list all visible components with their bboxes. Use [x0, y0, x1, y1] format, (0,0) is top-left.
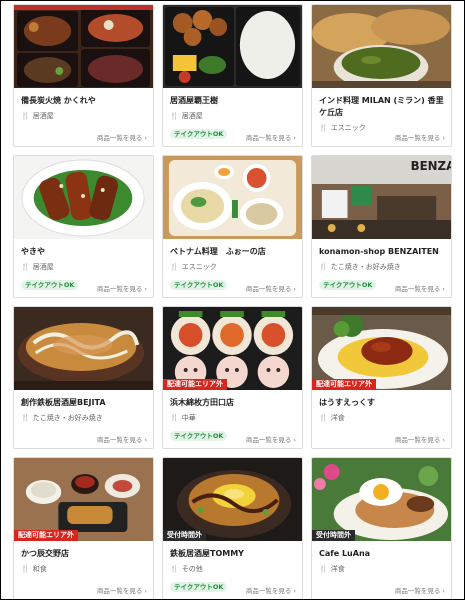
- view-menu-link[interactable]: 商品一覧を見る ›: [395, 585, 445, 595]
- chevron-right-icon: ›: [144, 285, 147, 293]
- chevron-right-icon: ›: [293, 436, 296, 444]
- food-photo[interactable]: 受付時間外: [163, 458, 302, 541]
- view-menu-link[interactable]: 商品一覧を見る ›: [246, 434, 296, 444]
- food-photo[interactable]: [14, 5, 153, 88]
- view-menu-link[interactable]: 商品一覧を見る ›: [97, 283, 147, 293]
- status-badge: 配達可能エリア外: [312, 379, 376, 390]
- restaurant-name[interactable]: konamon-shop BENZAITEN: [319, 246, 444, 258]
- view-menu-link[interactable]: 商品一覧を見る ›: [395, 434, 445, 444]
- fork-knife-icon: 🍴: [170, 112, 179, 120]
- takeout-badge: テイクアウトOK: [170, 129, 228, 139]
- restaurant-card[interactable]: やきや 🍴 居酒屋 テイクアウトOK 商品一覧を見る ›: [13, 155, 154, 298]
- status-badge: 受付時間外: [312, 530, 355, 541]
- takeout-badge: テイクアウトOK: [170, 280, 228, 290]
- food-photo[interactable]: 配達可能エリア外: [312, 307, 451, 390]
- view-menu-link[interactable]: 商品一覧を見る ›: [246, 283, 296, 293]
- restaurant-name[interactable]: Cafe LuAna: [319, 548, 444, 560]
- fork-knife-icon: 🍴: [21, 112, 30, 120]
- restaurant-card[interactable]: 創作鉄板居酒屋BEJITA 🍴 たこ焼き・お好み焼き 商品一覧を見る ›: [13, 306, 154, 449]
- chevron-right-icon: ›: [144, 587, 147, 595]
- food-photo[interactable]: 受付時間外: [312, 458, 451, 541]
- svg-text:BENZAITEN: BENZAITEN: [411, 159, 451, 173]
- takeout-badge: テイクアウトOK: [319, 280, 377, 290]
- restaurant-category: 🍴 エスニック: [170, 263, 217, 271]
- restaurant-name[interactable]: はうすえっくす: [319, 397, 444, 409]
- restaurant-card[interactable]: 備長炭火焼 かくれや 🍴 居酒屋 商品一覧を見る ›: [13, 4, 154, 147]
- fork-knife-icon: 🍴: [170, 414, 179, 422]
- fork-knife-icon: 🍴: [21, 565, 30, 573]
- view-menu-link[interactable]: 商品一覧を見る ›: [395, 132, 445, 142]
- view-menu-link[interactable]: 商品一覧を見る ›: [395, 283, 445, 293]
- view-menu-link[interactable]: 商品一覧を見る ›: [246, 132, 296, 142]
- restaurant-card[interactable]: 配達可能エリア外 浜木綿枚方田口店 🍴 中華 テイクアウトOK 商品一覧を見る ›: [162, 306, 303, 449]
- restaurant-name[interactable]: 浜木綿枚方田口店: [170, 397, 295, 409]
- fork-knife-icon: 🍴: [21, 414, 30, 422]
- chevron-right-icon: ›: [442, 134, 445, 142]
- status-badge: 配達可能エリア外: [14, 530, 78, 541]
- chevron-right-icon: ›: [293, 285, 296, 293]
- fork-knife-icon: 🍴: [21, 263, 30, 271]
- restaurant-name[interactable]: 鉄板居酒屋TOMMY: [170, 548, 295, 560]
- view-menu-link[interactable]: 商品一覧を見る ›: [97, 132, 147, 142]
- restaurant-category: 🍴 たこ焼き・お好み焼き: [319, 263, 401, 271]
- restaurant-name[interactable]: インド料理 MILAN (ミラン) 香里ケ丘店: [319, 95, 444, 119]
- food-photo[interactable]: 配達可能エリア外: [163, 307, 302, 390]
- fork-knife-icon: 🍴: [319, 263, 328, 271]
- food-photo[interactable]: [14, 307, 153, 390]
- restaurant-category: 🍴 和食: [21, 565, 47, 573]
- chevron-right-icon: ›: [442, 436, 445, 444]
- fork-knife-icon: 🍴: [319, 124, 328, 132]
- restaurant-card[interactable]: 居酒屋覇王樹 🍴 居酒屋 テイクアウトOK 商品一覧を見る ›: [162, 4, 303, 147]
- food-photo[interactable]: [312, 5, 451, 88]
- restaurant-card[interactable]: 受付時間外 鉄板居酒屋TOMMY 🍴 その他 テイクアウトOK 商品一覧を見る ›: [162, 457, 303, 599]
- food-photo[interactable]: 配達可能エリア外: [14, 458, 153, 541]
- fork-knife-icon: 🍴: [319, 565, 328, 573]
- restaurant-name[interactable]: 居酒屋覇王樹: [170, 95, 295, 107]
- chevron-right-icon: ›: [442, 285, 445, 293]
- restaurant-category: 🍴 居酒屋: [21, 263, 54, 271]
- restaurant-name[interactable]: ベトナム料理 ふぉーの店: [170, 246, 295, 258]
- chevron-right-icon: ›: [144, 436, 147, 444]
- food-photo[interactable]: [163, 5, 302, 88]
- status-badge: 受付時間外: [163, 530, 206, 541]
- takeout-badge: テイクアウトOK: [170, 582, 228, 592]
- view-menu-link[interactable]: 商品一覧を見る ›: [97, 585, 147, 595]
- restaurant-category: 🍴 中華: [170, 414, 196, 422]
- fork-knife-icon: 🍴: [170, 565, 179, 573]
- restaurant-category: 🍴 その他: [170, 565, 203, 573]
- restaurant-card[interactable]: ベトナム料理 ふぉーの店 🍴 エスニック テイクアウトOK 商品一覧を見る ›: [162, 155, 303, 298]
- restaurant-grid: 備長炭火焼 かくれや 🍴居酒屋 商品一覧を見る› 居酒屋覇王樹 🍴居酒屋: [1, 1, 464, 599]
- restaurant-card[interactable]: インド料理 MILAN (ミラン) 香里ケ丘店 🍴 エスニック 商品一覧を見る ›: [311, 4, 452, 147]
- restaurant-category: 🍴 居酒屋: [21, 112, 54, 120]
- chevron-right-icon: ›: [144, 134, 147, 142]
- fork-knife-icon: 🍴: [170, 263, 179, 271]
- restaurant-card[interactable]: 配達可能エリア外 はうすえっくす 🍴 洋食 商品一覧を見る ›: [311, 306, 452, 449]
- restaurant-category: 🍴 たこ焼き・お好み焼き: [21, 414, 103, 422]
- food-photo[interactable]: [163, 156, 302, 239]
- restaurant-card[interactable]: 配達可能エリア外 かつ辰交野店 🍴 和食 商品一覧を見る ›: [13, 457, 154, 599]
- restaurant-name[interactable]: 備長炭火焼 かくれや: [21, 95, 146, 107]
- restaurant-name[interactable]: 創作鉄板居酒屋BEJITA: [21, 397, 146, 409]
- takeout-badge: テイクアウトOK: [170, 431, 228, 441]
- restaurant-name[interactable]: かつ辰交野店: [21, 548, 146, 560]
- view-menu-link[interactable]: 商品一覧を見る ›: [97, 434, 147, 444]
- chevron-right-icon: ›: [293, 134, 296, 142]
- food-photo[interactable]: [14, 156, 153, 239]
- takeout-badge: テイクアウトOK: [21, 280, 79, 290]
- view-menu-link[interactable]: 商品一覧を見る ›: [246, 585, 296, 595]
- status-badge: 配達可能エリア外: [163, 379, 227, 390]
- chevron-right-icon: ›: [442, 587, 445, 595]
- food-photo[interactable]: BENZAITEN: [312, 156, 451, 239]
- chevron-right-icon: ›: [293, 587, 296, 595]
- restaurant-category: 🍴 洋食: [319, 414, 345, 422]
- restaurant-category: 🍴 洋食: [319, 565, 345, 573]
- restaurant-card[interactable]: 受付時間外 Cafe LuAna 🍴 洋食 商品一覧を見る ›: [311, 457, 452, 599]
- restaurant-card[interactable]: BENZAITEN konamon-shop BENZAITEN 🍴たこ焼き・お…: [311, 155, 452, 298]
- restaurant-category: 🍴 居酒屋: [170, 112, 203, 120]
- restaurant-name[interactable]: やきや: [21, 246, 146, 258]
- fork-knife-icon: 🍴: [319, 414, 328, 422]
